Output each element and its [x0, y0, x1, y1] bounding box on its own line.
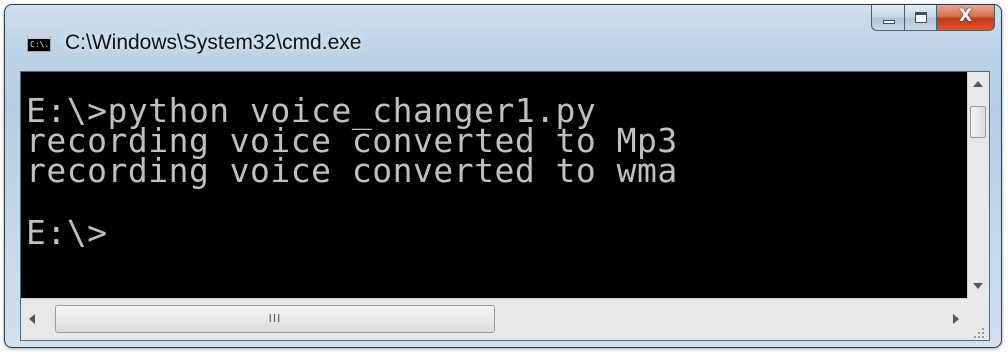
scroll-down-arrow-icon[interactable] [973, 283, 983, 289]
title-bar[interactable]: C:\. C:\Windows\System32\cmd.exe X [5, 5, 1001, 65]
scroll-left-arrow-icon[interactable] [29, 314, 35, 324]
grip-dot [974, 336, 976, 338]
caption-buttons: X [871, 5, 995, 31]
horizontal-scroll-thumb[interactable]: III [55, 305, 495, 333]
console-prompt-line: E:\> [26, 213, 108, 252]
scroll-right-arrow-icon[interactable] [953, 314, 959, 324]
window-title: C:\Windows\System32\cmd.exe [65, 31, 362, 54]
console-line: recording voice converted to wma [26, 151, 678, 190]
resize-grip-icon[interactable] [967, 298, 989, 340]
thumb-grip-icon: III [268, 312, 282, 325]
grip-dot [982, 336, 984, 338]
close-button[interactable]: X [937, 5, 995, 31]
maximize-button[interactable] [905, 5, 937, 31]
grip-dot [978, 332, 980, 334]
console-output[interactable]: E:\>python voice_changer1.py recording v… [21, 72, 967, 298]
grip-dot [982, 332, 984, 334]
horizontal-scrollbar[interactable]: III [21, 298, 967, 340]
cmd-window: C:\. C:\Windows\System32\cmd.exe X E:\>p… [4, 4, 1002, 348]
maximize-icon [915, 12, 927, 23]
vertical-scroll-thumb[interactable] [970, 106, 986, 138]
vertical-scrollbar[interactable] [967, 72, 989, 298]
scroll-up-arrow-icon[interactable] [973, 81, 983, 87]
cmd-icon-text: C:\. [30, 40, 50, 49]
close-icon: X [958, 6, 973, 26]
grip-dot [978, 336, 980, 338]
console-client-area: E:\>python voice_changer1.py recording v… [20, 71, 990, 341]
grip-dot [982, 328, 984, 330]
cmd-icon[interactable]: C:\. [27, 35, 51, 52]
minimize-icon [883, 20, 895, 24]
minimize-button[interactable] [871, 5, 905, 31]
